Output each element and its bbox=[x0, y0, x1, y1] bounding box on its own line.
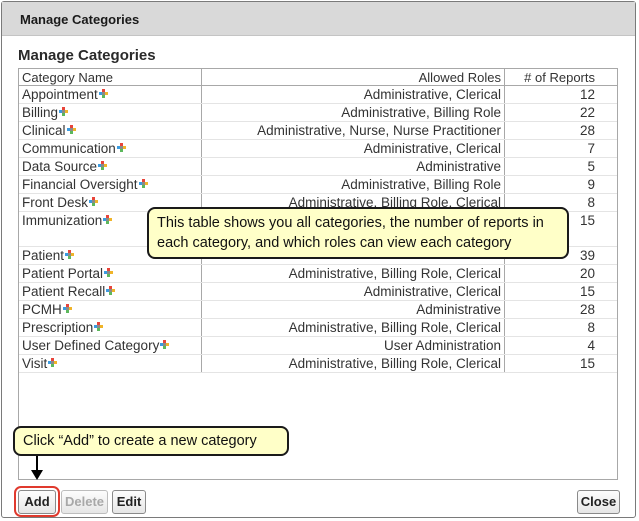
colored-plus-icon bbox=[138, 179, 148, 188]
allowed-roles-cell: Administrative, Billing Role bbox=[201, 175, 505, 194]
dialog-titlebar: Manage Categories bbox=[2, 2, 635, 36]
category-name: Data Source bbox=[22, 159, 98, 174]
colored-plus-icon bbox=[116, 143, 126, 152]
column-header-allowed-roles[interactable]: Allowed Roles bbox=[201, 69, 505, 86]
colored-plus-icon bbox=[48, 358, 58, 367]
colored-plus-icon bbox=[59, 107, 69, 116]
report-count-cell: 28 bbox=[504, 121, 617, 140]
category-name-cell: Communication bbox=[19, 139, 202, 158]
category-name: PCMH bbox=[22, 302, 62, 317]
table-row[interactable]: Appointment Administrative, Clerical 12 bbox=[19, 85, 617, 104]
table-row[interactable]: Communication Administrative, Clerical 7 bbox=[19, 139, 617, 158]
colored-plus-icon bbox=[98, 161, 108, 170]
table-row[interactable]: Patient Recall Administrative, Clerical 15 bbox=[19, 282, 617, 301]
category-name: Patient Portal bbox=[22, 266, 104, 281]
allowed-roles-cell: User Administration bbox=[201, 336, 505, 355]
category-name-cell: Appointment bbox=[19, 85, 202, 104]
report-count-cell: 9 bbox=[504, 175, 617, 194]
allowed-roles-cell: Administrative, Billing Role, Clerical bbox=[201, 264, 505, 283]
add-button-highlight-ring bbox=[14, 486, 60, 517]
report-count-cell: 7 bbox=[504, 139, 617, 158]
report-count-cell: 4 bbox=[504, 336, 617, 355]
report-count-cell: 12 bbox=[504, 85, 617, 104]
category-name-cell: User Defined Category bbox=[19, 336, 202, 355]
edit-button[interactable]: Edit bbox=[112, 490, 146, 514]
category-name: Patient Recall bbox=[22, 284, 106, 299]
category-name: Visit bbox=[22, 356, 48, 371]
report-count-cell: 5 bbox=[504, 157, 617, 176]
table-header-row: Category Name Allowed Roles # of Reports bbox=[19, 69, 617, 86]
category-name: Immunization bbox=[22, 213, 103, 228]
report-count-cell: 28 bbox=[504, 300, 617, 319]
category-name-cell: Data Source bbox=[19, 157, 202, 176]
report-count-cell: 22 bbox=[504, 103, 617, 122]
table-row[interactable]: Data Source Administrative 5 bbox=[19, 157, 617, 176]
colored-plus-icon bbox=[89, 197, 99, 206]
allowed-roles-cell: Administrative, Clerical bbox=[201, 282, 505, 301]
allowed-roles-cell: Administrative, Billing Role bbox=[201, 103, 505, 122]
colored-plus-icon bbox=[104, 268, 114, 277]
category-name: Front Desk bbox=[22, 195, 89, 210]
allowed-roles-cell: Administrative, Billing Role, Clerical bbox=[201, 318, 505, 337]
category-name: Prescription bbox=[22, 320, 94, 335]
category-name-cell: Visit bbox=[19, 354, 202, 373]
table-row[interactable]: PCMH Administrative 28 bbox=[19, 300, 617, 319]
report-count-cell: 15 bbox=[504, 282, 617, 301]
category-name: User Defined Category bbox=[22, 338, 160, 353]
allowed-roles-cell: Administrative, Clerical bbox=[201, 85, 505, 104]
allowed-roles-cell: Administrative bbox=[201, 300, 505, 319]
colored-plus-icon bbox=[98, 89, 108, 98]
report-count-cell: 15 bbox=[504, 354, 617, 373]
allowed-roles-cell: Administrative, Clerical bbox=[201, 139, 505, 158]
add-button-callout: Click “Add” to create a new category bbox=[13, 426, 289, 456]
category-name-cell: PCMH bbox=[19, 300, 202, 319]
category-name: Financial Oversight bbox=[22, 177, 138, 192]
table-row[interactable]: Patient Portal Administrative, Billing Ro… bbox=[19, 264, 617, 283]
close-button[interactable]: Close bbox=[577, 490, 620, 514]
report-count-cell: 8 bbox=[504, 318, 617, 337]
colored-plus-icon bbox=[103, 215, 113, 224]
category-name-cell: Prescription bbox=[19, 318, 202, 337]
colored-plus-icon bbox=[106, 286, 116, 295]
table-row[interactable]: User Defined Category User Administration… bbox=[19, 336, 617, 355]
table-row[interactable]: Clinical Administrative, Nurse, Nurse Pra… bbox=[19, 121, 617, 140]
colored-plus-icon bbox=[94, 322, 104, 331]
allowed-roles-cell: Administrative, Billing Role, Clerical bbox=[201, 354, 505, 373]
category-name: Billing bbox=[22, 105, 59, 120]
categories-grid: Category Name Allowed Roles # of Reports… bbox=[18, 68, 618, 480]
report-count-cell: 20 bbox=[504, 264, 617, 283]
allowed-roles-cell: Administrative, Nurse, Nurse Practitione… bbox=[201, 121, 505, 140]
colored-plus-icon bbox=[62, 304, 72, 313]
category-name-cell: Clinical bbox=[19, 121, 202, 140]
category-name-cell: Financial Oversight bbox=[19, 175, 202, 194]
column-header-category-name[interactable]: Category Name bbox=[19, 69, 202, 86]
category-name: Appointment bbox=[22, 87, 98, 102]
colored-plus-icon bbox=[66, 125, 76, 134]
table-row[interactable]: Visit Administrative, Billing Role, Cleri… bbox=[19, 354, 617, 373]
callout-arrow-head bbox=[31, 470, 43, 480]
colored-plus-icon bbox=[65, 250, 75, 259]
category-name: Clinical bbox=[22, 123, 66, 138]
table-row[interactable]: Financial Oversight Administrative, Billi… bbox=[19, 175, 617, 194]
delete-button[interactable]: Delete bbox=[61, 490, 108, 514]
table-row[interactable]: Billing Administrative, Billing Role 22 bbox=[19, 103, 617, 122]
category-name: Patient bbox=[22, 248, 65, 263]
colored-plus-icon bbox=[160, 340, 170, 349]
section-title: Manage Categories bbox=[18, 47, 156, 64]
category-name-cell: Billing bbox=[19, 103, 202, 122]
category-name-cell: Patient Recall bbox=[19, 282, 202, 301]
dialog-title: Manage Categories bbox=[20, 12, 140, 27]
allowed-roles-cell: Administrative bbox=[201, 157, 505, 176]
category-name-cell: Patient Portal bbox=[19, 264, 202, 283]
table-row[interactable]: Prescription Administrative, Billing Role… bbox=[19, 318, 617, 337]
table-explanation-callout: This table shows you all categories, the… bbox=[147, 207, 569, 259]
category-name: Communication bbox=[22, 141, 116, 156]
column-header-report-count[interactable]: # of Reports bbox=[504, 69, 617, 86]
